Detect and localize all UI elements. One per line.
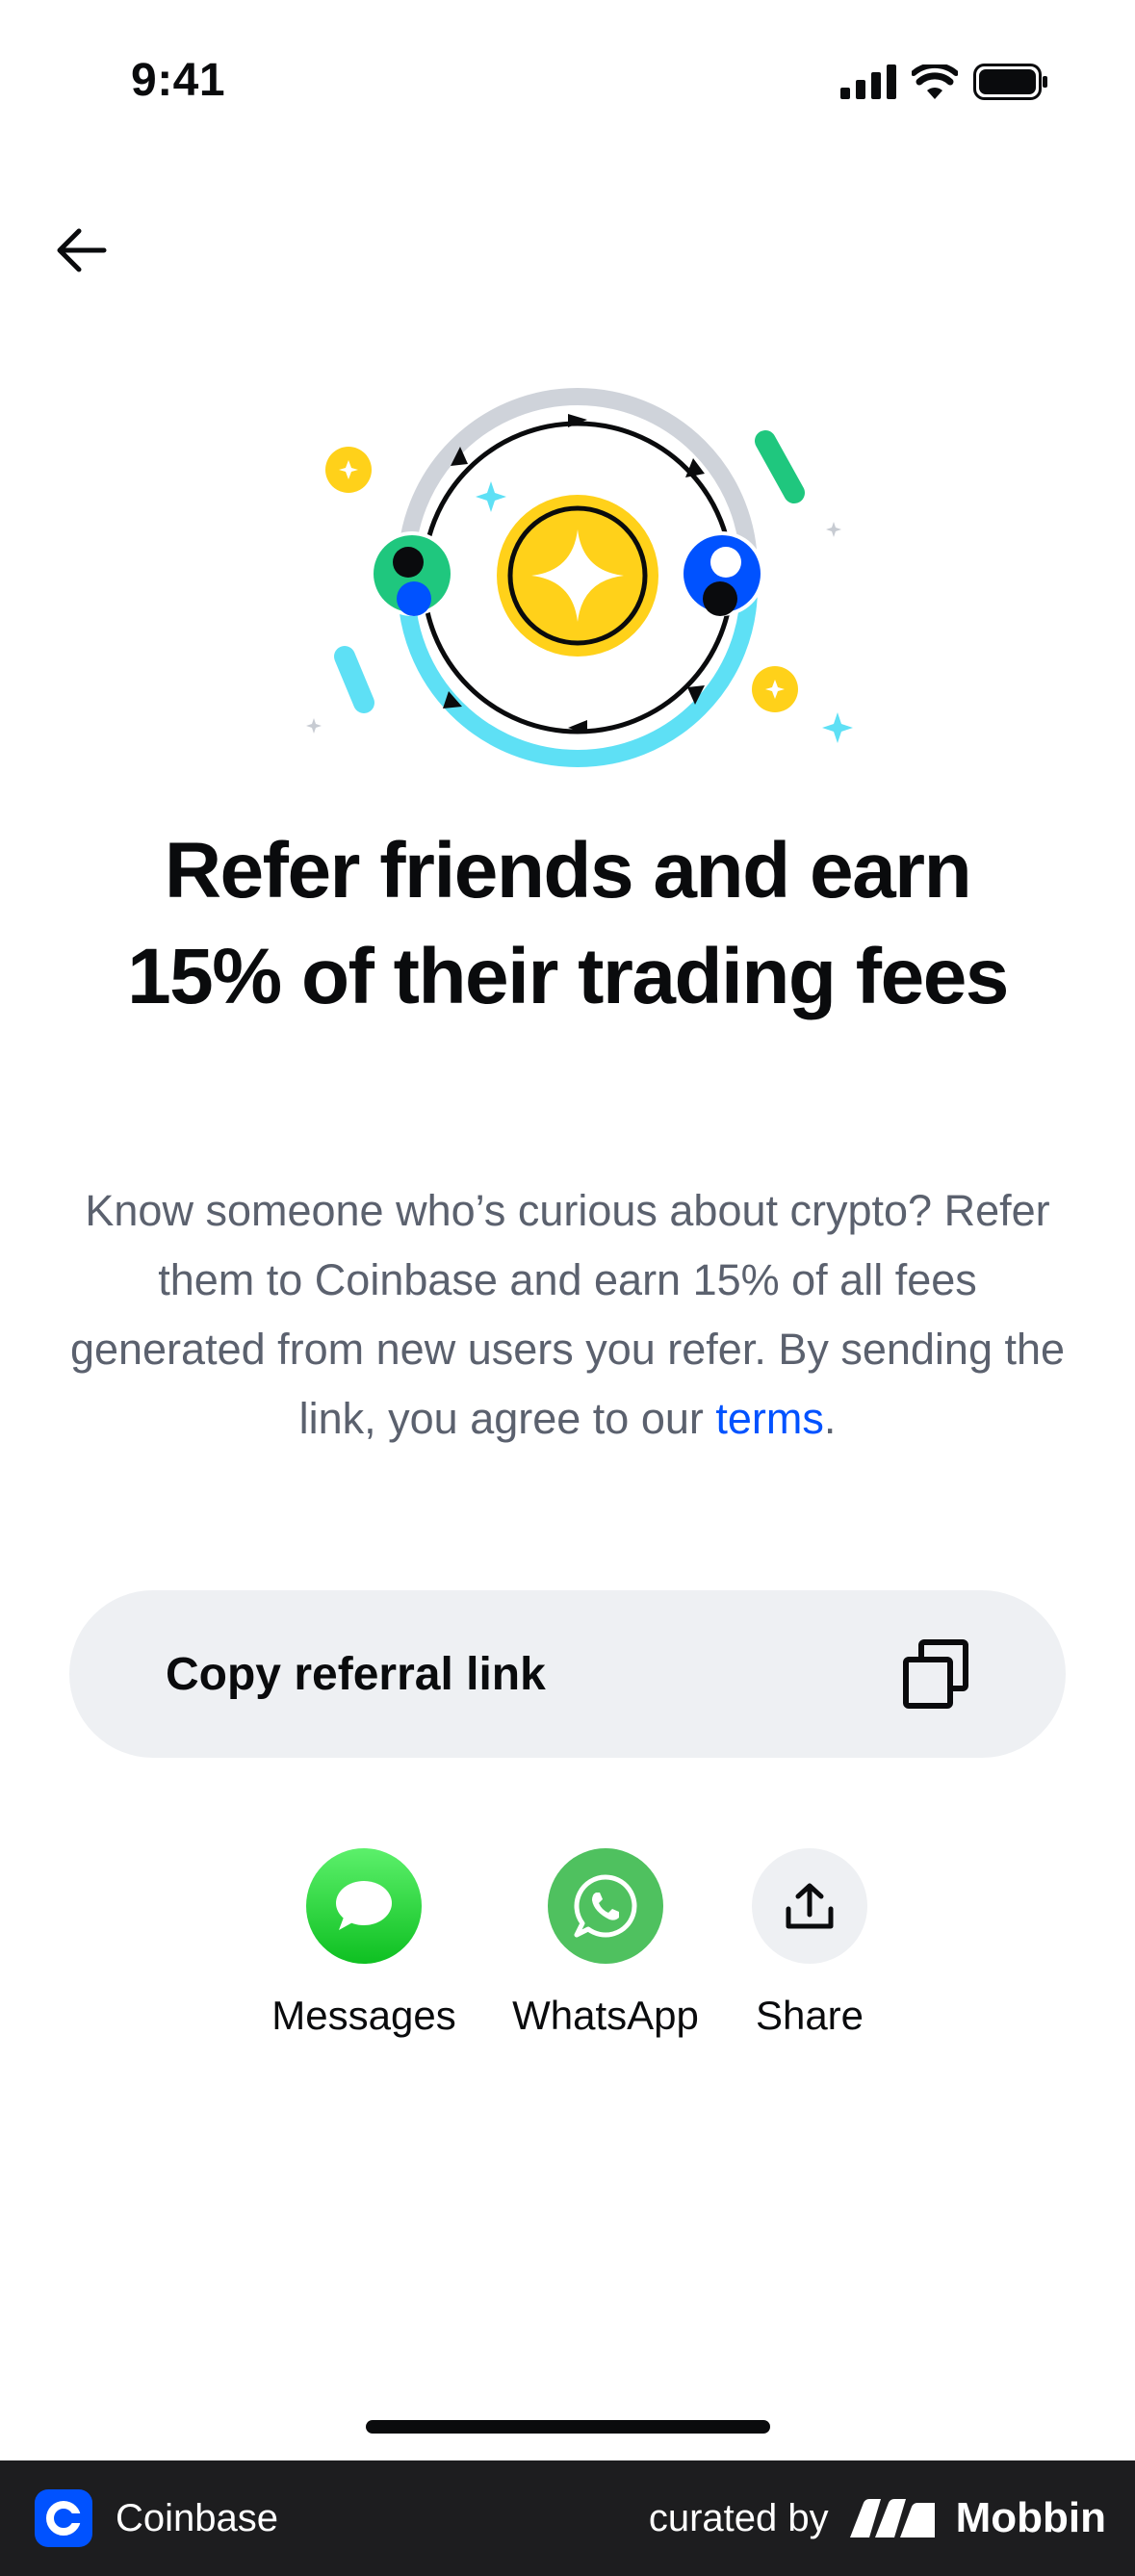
footer-brand: Mobbin [955,2494,1106,2541]
share-label-messages: Messages [271,1993,456,2038]
signal-icon [840,64,896,99]
whatsapp-icon [574,1874,637,1938]
whatsapp-app-icon[interactable] [548,1848,663,1964]
share-upload-icon [786,1883,834,1929]
share-app-icon[interactable] [752,1848,867,1964]
description-text: Know someone who’s curious about crypto?… [69,1186,1066,1443]
copy-referral-link-label: Copy referral link [166,1648,546,1700]
footer-app: Coinbase [35,2489,278,2547]
referral-description: Know someone who’s curious about crypto?… [67,1176,1068,1454]
status-bar: 9:41 [0,0,1135,164]
back-button[interactable] [42,212,119,289]
copy-icon [903,1639,968,1709]
share-whatsapp[interactable]: WhatsApp [509,1848,702,2039]
wifi-icon [912,64,958,99]
coinbase-logo-icon [35,2489,92,2547]
footer-curated-by: curated by [648,2496,829,2539]
mobbin-logo-icon [849,2499,935,2537]
footer-app-name: Coinbase [116,2496,279,2539]
terms-link[interactable]: terms [715,1394,824,1443]
home-indicator [366,2420,770,2434]
share-system[interactable]: Share [713,1848,906,2039]
message-bubble-icon [336,1881,392,1930]
coinbase-c-icon [46,2501,83,2536]
share-options: Messages WhatsApp Share [0,1848,1135,2060]
battery-icon [973,64,1047,100]
status-icons [840,64,1048,100]
status-time: 9:41 [131,55,226,106]
description-trailing: . [823,1394,837,1443]
copy-referral-link-button[interactable]: Copy referral link [69,1590,1066,1758]
share-label-share: Share [755,1993,864,2038]
arrow-left-icon [57,228,107,272]
page-title: Refer friends and earn 15% of their trad… [127,827,1009,1020]
messages-app-icon[interactable] [306,1848,422,1964]
share-messages[interactable]: Messages [268,1848,460,2039]
footer-curation: curated by Mobbin [649,2494,1106,2542]
share-label-whatsapp: WhatsApp [512,1993,699,2038]
referral-illustration [306,388,853,767]
attribution-footer: Coinbase curated by Mobbin [0,2460,1135,2576]
